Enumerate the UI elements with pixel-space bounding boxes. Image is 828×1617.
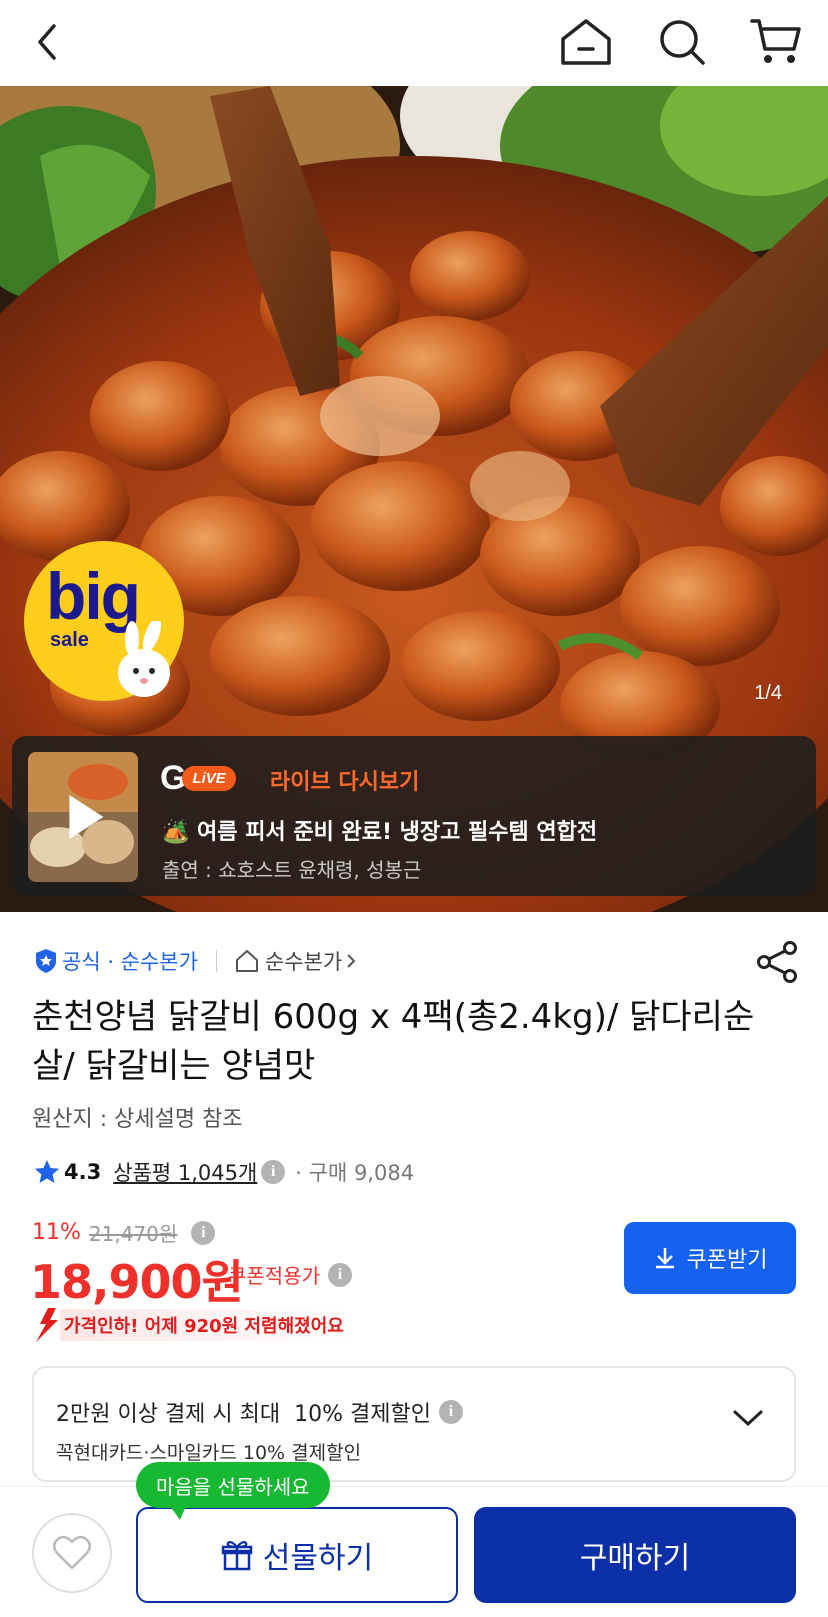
share-icon bbox=[757, 941, 797, 983]
review-count-link[interactable]: 상품평 1,045개 bbox=[113, 1157, 257, 1187]
share-button[interactable] bbox=[756, 940, 800, 984]
buy-button[interactable]: 구매하기 bbox=[474, 1507, 796, 1603]
payment-discount-title: 2만원 이상 결제 시 최대 10% 결제할인 i bbox=[56, 1396, 463, 1428]
info-icon[interactable]: i bbox=[261, 1160, 286, 1184]
back-button[interactable] bbox=[18, 12, 78, 72]
chevron-right-icon bbox=[347, 954, 356, 968]
info-icon[interactable]: i bbox=[438, 1400, 463, 1424]
home-icon bbox=[561, 19, 611, 65]
chevron-left-icon bbox=[38, 24, 56, 60]
coupon-price-label: 쿠폰적용가 i bbox=[228, 1260, 352, 1289]
payment-discount-detail: 꼭현대카드·스마일카드 10% 결제할인 bbox=[56, 1442, 362, 1464]
price-drop-banner: 가격인하! 어제 920원 저렴해졌어요 bbox=[34, 1308, 352, 1342]
discount-rate: 11% bbox=[32, 1220, 81, 1245]
live-title: 🏕️ 여름 피서 준비 완료! 냉장고 필수템 연합전 bbox=[162, 820, 598, 845]
discount-row: 11% 21,470원 i bbox=[32, 1218, 216, 1247]
download-icon bbox=[655, 1248, 674, 1269]
live-replay-card[interactable]: G LiVE 라이브 다시보기 🏕️ 여름 피서 준비 완료! 냉장고 필수템 … bbox=[12, 736, 816, 896]
gift-tooltip: 마음을 선물하세요 bbox=[136, 1462, 330, 1520]
seller-tags: 공식 · 순수본가 순수본가 bbox=[34, 945, 358, 977]
official-shield-icon bbox=[36, 949, 56, 973]
sale-price: 18,900원 bbox=[30, 1255, 244, 1309]
store-link-label: 순수본가 bbox=[264, 950, 343, 974]
info-icon[interactable]: i bbox=[191, 1220, 216, 1245]
rating-row: 4.3 상품평 1,045개 i · 구매 9,084 bbox=[34, 1155, 414, 1189]
purchase-count: · 구매 9,084 bbox=[295, 1161, 415, 1185]
play-icon bbox=[69, 795, 104, 839]
wishlist-button[interactable] bbox=[32, 1513, 112, 1593]
cart-button[interactable] bbox=[746, 12, 806, 72]
rating-value: 4.3 bbox=[64, 1160, 102, 1184]
gift-button-label: 선물하기 bbox=[262, 1541, 374, 1576]
tag-divider bbox=[215, 950, 217, 972]
badge-sale-text: sale bbox=[50, 629, 89, 651]
gift-button[interactable]: 선물하기 bbox=[136, 1507, 458, 1603]
badge-big-text: big bbox=[46, 559, 141, 633]
top-nav bbox=[0, 0, 828, 86]
heart-icon bbox=[53, 1535, 91, 1570]
down-arrow-icon bbox=[36, 1308, 58, 1342]
star-icon bbox=[35, 1160, 59, 1183]
buy-button-label: 구매하기 bbox=[579, 1541, 691, 1576]
glive-logo: G LiVE bbox=[160, 759, 236, 797]
bottom-action-bar: 선물하기 구매하기 bbox=[0, 1486, 828, 1617]
product-title: 춘천양념 닭갈비 600g x 4팩(총2.4kg)/ 닭다리순살/ 닭갈비는 … bbox=[32, 997, 755, 1086]
official-tag-label: 공식 · 순수본가 bbox=[62, 950, 198, 974]
live-replay-label: 라이브 다시보기 bbox=[270, 770, 420, 795]
big-sale-badge: big sale bbox=[24, 541, 184, 701]
carousel-pager: 1/4 bbox=[754, 682, 782, 704]
original-price: 21,470원 bbox=[88, 1222, 178, 1246]
store-link[interactable]: 순수본가 bbox=[235, 946, 358, 976]
search-button[interactable] bbox=[652, 12, 712, 72]
product-origin: 원산지 : 상세설명 참조 bbox=[32, 1107, 243, 1132]
get-coupon-button[interactable]: 쿠폰받기 bbox=[624, 1222, 796, 1294]
chevron-down-icon bbox=[733, 1410, 763, 1427]
product-image-carousel[interactable]: 1/4 big sale G LiVE 라이브 다시보기 🏕️ 여름 피서 준비… bbox=[0, 86, 828, 912]
store-home-icon bbox=[235, 950, 258, 972]
official-tag[interactable]: 공식 · 순수본가 bbox=[34, 946, 198, 976]
gift-icon bbox=[221, 1541, 253, 1571]
live-cast: 출연 : 쇼호스트 윤채령, 성봉근 bbox=[162, 858, 422, 882]
search-icon bbox=[660, 20, 705, 65]
info-icon[interactable]: i bbox=[328, 1262, 352, 1287]
live-thumbnail bbox=[28, 752, 138, 882]
rabbit-icon bbox=[118, 621, 170, 697]
cart-icon bbox=[750, 19, 801, 63]
home-button[interactable] bbox=[556, 12, 616, 72]
get-coupon-label: 쿠폰받기 bbox=[686, 1248, 768, 1273]
